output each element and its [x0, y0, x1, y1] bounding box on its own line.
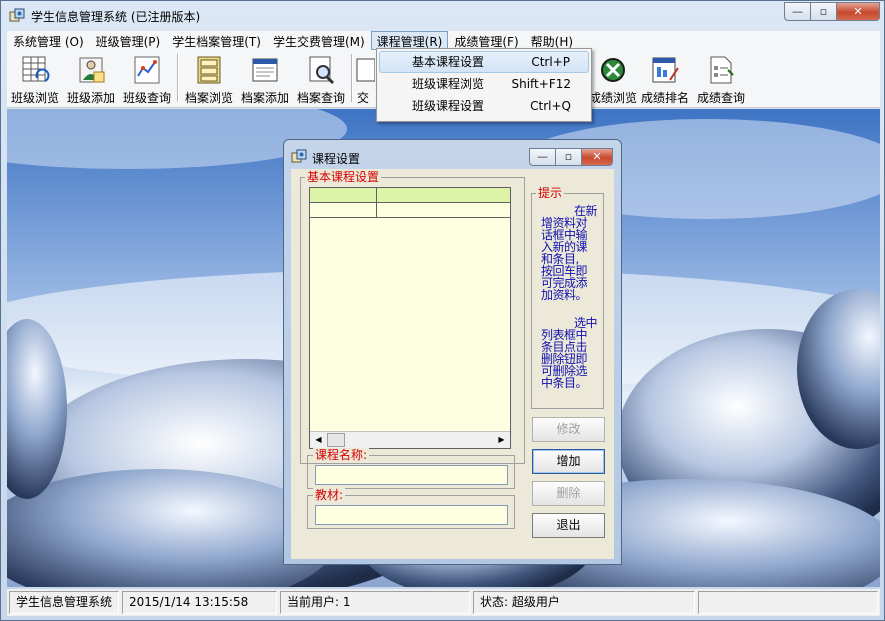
close-button[interactable]: ✕ — [836, 2, 880, 21]
group-label: 基本课程设置 — [305, 170, 382, 184]
scroll-thumb[interactable] — [327, 433, 345, 447]
file-query-button[interactable]: 档案查询 — [293, 52, 349, 106]
menu-item-basic-course-settings[interactable]: 基本课程设置 Ctrl+P — [379, 51, 589, 73]
delete-button[interactable]: 删除 — [532, 481, 605, 506]
status-current-user: 当前用户: 1 — [280, 591, 470, 614]
class-add-button[interactable]: 班级添加 — [63, 52, 119, 106]
cabinet-icon — [197, 56, 221, 84]
shortcut-label: Ctrl+Q — [530, 99, 571, 113]
hint-text-2: 选中 列表框中 条目点击 删除钮即 可删除选 中条目。 — [541, 316, 598, 390]
course-menu-dropdown: 基本课程设置 Ctrl+P 班级课程浏览 Shift+F12 班级课程设置 Ct… — [376, 48, 592, 122]
scroll-right-icon[interactable]: ▶ — [493, 432, 510, 448]
fee-button[interactable]: 交 — [349, 52, 379, 106]
grid-header — [310, 188, 510, 203]
status-role: 状态: 超级用户 — [473, 591, 695, 614]
title-bar: 学生信息管理系统 (已注册版本) — ▫ ✕ — [1, 1, 885, 31]
dialog-title: 课程设置 — [312, 152, 361, 166]
dialog-body: 基本课程设置 ◀ ▶ 提示 在新 增资料对 话框中输 入新的课 和条目, 按回车… — [291, 169, 614, 559]
window-add-icon — [252, 58, 278, 82]
course-name-input[interactable] — [315, 465, 508, 485]
dialog-close-button[interactable]: ✕ — [581, 148, 613, 166]
rank-edit-icon — [652, 57, 679, 83]
menu-class[interactable]: 班级管理(P) — [90, 31, 167, 50]
status-empty — [698, 591, 878, 614]
class-browse-button[interactable]: 班级浏览 — [7, 52, 63, 106]
modify-button[interactable]: 修改 — [532, 417, 605, 442]
table-refresh-icon — [22, 56, 50, 82]
menu-item-class-course-browse[interactable]: 班级课程浏览 Shift+F12 — [379, 73, 589, 95]
textbook-label: 教材: — [313, 488, 346, 502]
hint-text-1: 在新 增资料对 话框中输 入新的课 和条目, 按回车即 可完成添 加资料。 — [541, 204, 598, 302]
add-button[interactable]: 增加 — [532, 449, 605, 474]
status-datetime: 2015/1/14 13:15:58 — [122, 591, 277, 614]
file-add-button[interactable]: 档案添加 — [237, 52, 293, 106]
course-name-label: 课程名称: — [313, 448, 370, 462]
dialog-minimize-button[interactable]: — — [529, 148, 555, 166]
menu-student-file[interactable]: 学生档案管理(T) — [166, 31, 267, 50]
app-icon — [291, 149, 307, 163]
document-query-icon — [710, 56, 734, 84]
file-browse-button[interactable]: 档案浏览 — [181, 52, 237, 106]
globe-x-icon — [601, 58, 625, 82]
dialog-maximize-button[interactable]: ▫ — [555, 148, 581, 166]
person-add-icon — [79, 57, 105, 83]
course-list-grid[interactable]: ◀ ▶ — [309, 187, 511, 449]
grid-cell[interactable] — [310, 203, 377, 218]
score-browse-button[interactable]: 成绩浏览 — [585, 52, 641, 106]
minimize-button[interactable]: — — [784, 2, 810, 21]
shortcut-label: Shift+F12 — [511, 77, 571, 91]
status-bar: 学生信息管理系统 2015/1/14 13:15:58 当前用户: 1 状态: … — [7, 589, 880, 616]
window-title: 学生信息管理系统 (已注册版本) — [31, 10, 201, 24]
status-app-name: 学生信息管理系统 — [9, 591, 119, 614]
score-query-button[interactable]: 成绩查询 — [693, 52, 749, 106]
toolbar-separator — [177, 54, 179, 102]
search-icon — [309, 56, 335, 85]
menu-system[interactable]: 系统管理 (O) — [7, 31, 90, 50]
chart-query-icon — [134, 56, 160, 84]
shortcut-label: Ctrl+P — [531, 55, 570, 69]
grid-header-cell[interactable] — [310, 188, 377, 203]
maximize-button[interactable]: ▫ — [810, 2, 836, 21]
exit-button[interactable]: 退出 — [532, 513, 605, 538]
menu-item-class-course-settings[interactable]: 班级课程设置 Ctrl+Q — [379, 95, 589, 117]
horizontal-scrollbar[interactable]: ◀ ▶ — [310, 431, 510, 448]
scroll-left-icon[interactable]: ◀ — [310, 432, 327, 448]
grid-cell[interactable] — [377, 203, 510, 218]
textbook-input[interactable] — [315, 505, 508, 525]
menu-fee[interactable]: 学生交费管理(M) — [267, 31, 371, 50]
table-row[interactable] — [310, 203, 510, 218]
hint-label: 提示 — [536, 186, 565, 200]
grid-header-cell[interactable] — [377, 188, 510, 203]
course-settings-dialog: 课程设置 — ▫ ✕ 基本课程设置 ◀ ▶ 提示 在新 增资料对 话框中输 入新… — [283, 139, 622, 565]
fee-icon — [356, 58, 375, 82]
app-icon — [9, 8, 25, 22]
score-rank-button[interactable]: 成绩排名 — [637, 52, 693, 106]
class-query-button[interactable]: 班级查询 — [119, 52, 175, 106]
